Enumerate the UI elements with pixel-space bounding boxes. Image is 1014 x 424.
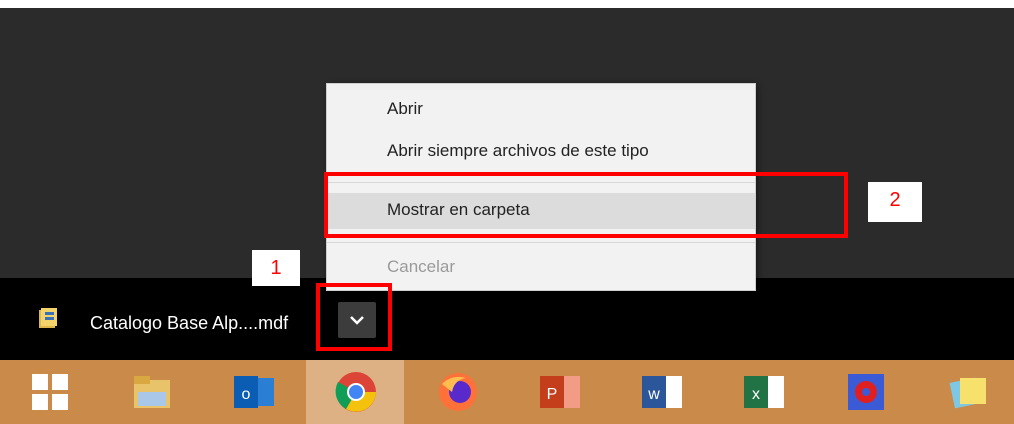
taskbar-chrome[interactable] [306, 360, 404, 424]
menu-item-open[interactable]: Abrir [327, 92, 755, 128]
svg-text:w: w [647, 386, 660, 403]
taskbar-app[interactable] [816, 360, 914, 424]
menu-item-label: Abrir [387, 99, 423, 118]
taskbar-file-explorer[interactable] [102, 360, 200, 424]
callout-label-1: 1 [252, 250, 300, 286]
taskbar-firefox[interactable] [408, 360, 506, 424]
download-file-name[interactable]: Catalogo Base Alp....mdf [90, 313, 288, 334]
powerpoint-icon: P [540, 376, 580, 408]
outlook-icon: o [234, 376, 274, 408]
app-gear-icon [848, 374, 884, 410]
excel-icon: x [744, 376, 784, 408]
file-explorer-icon [134, 376, 170, 408]
svg-text:x: x [752, 386, 760, 403]
database-file-icon [38, 307, 58, 329]
windows-start-icon [32, 374, 68, 410]
sticky-notes-icon [949, 377, 986, 409]
svg-text:P: P [547, 386, 558, 403]
callout-box-1 [316, 283, 392, 351]
taskbar-excel[interactable]: x [714, 360, 812, 424]
taskbar-outlook[interactable]: o [204, 360, 302, 424]
callout-box-2 [324, 172, 848, 238]
menu-item-always-open[interactable]: Abrir siempre archivos de este tipo [327, 134, 755, 170]
taskbar-sticky-notes[interactable] [918, 360, 1014, 424]
start-button[interactable] [0, 360, 98, 424]
word-icon: w [642, 376, 682, 408]
menu-item-cancel[interactable]: Cancelar [327, 250, 755, 286]
callout-label-2: 2 [868, 182, 922, 222]
menu-item-label: Cancelar [387, 257, 456, 276]
taskbar-word[interactable]: w [612, 360, 710, 424]
chrome-icon [335, 372, 376, 412]
firefox-icon [439, 373, 477, 411]
menu-separator [327, 242, 755, 243]
svg-text:o: o [242, 386, 251, 403]
top-edge [0, 0, 1014, 8]
menu-item-label: Abrir siempre archivos de este tipo [387, 141, 649, 160]
taskbar-powerpoint[interactable]: P [510, 360, 608, 424]
